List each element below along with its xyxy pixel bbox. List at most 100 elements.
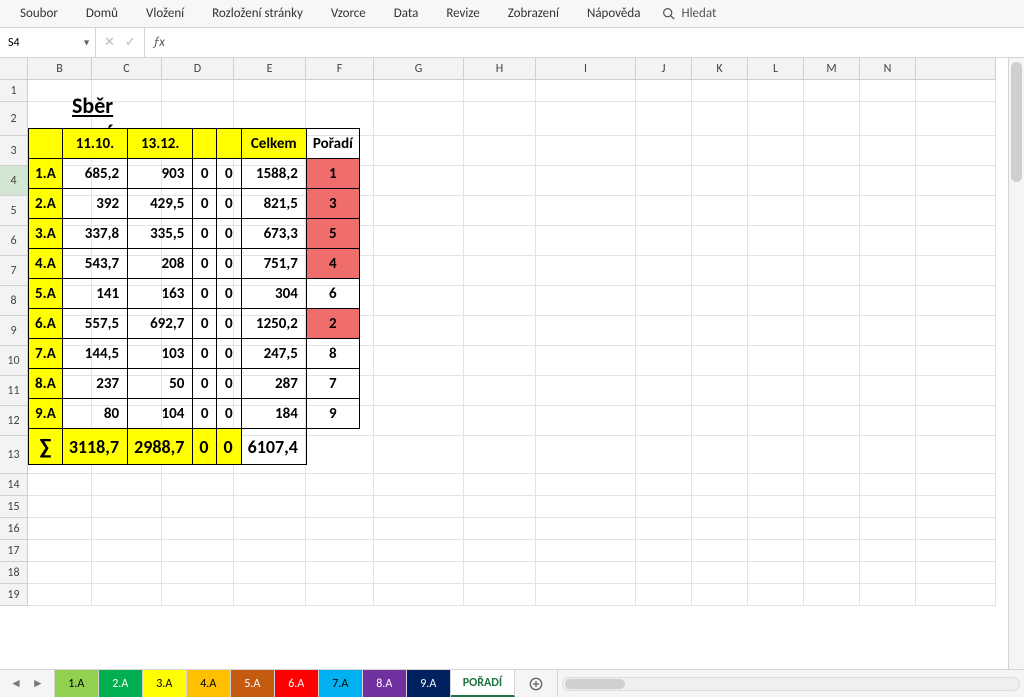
cell[interactable] <box>916 562 996 584</box>
cell[interactable] <box>374 286 464 316</box>
cell[interactable] <box>374 256 464 286</box>
cell[interactable] <box>464 316 536 346</box>
cell[interactable] <box>234 540 306 562</box>
cell[interactable] <box>28 584 92 606</box>
cell[interactable] <box>536 496 636 518</box>
cell[interactable] <box>860 346 916 376</box>
cell[interactable] <box>464 102 536 136</box>
cell[interactable] <box>916 166 996 196</box>
horizontal-scrollbar[interactable] <box>562 677 1020 691</box>
cell[interactable] <box>374 80 464 102</box>
cell[interactable] <box>536 474 636 496</box>
cell[interactable] <box>804 436 860 474</box>
cell[interactable] <box>374 540 464 562</box>
cell[interactable] <box>536 80 636 102</box>
cell[interactable] <box>92 584 162 606</box>
cell[interactable] <box>748 196 804 226</box>
cell[interactable] <box>860 562 916 584</box>
cell[interactable] <box>804 540 860 562</box>
cell[interactable] <box>234 496 306 518</box>
cell[interactable] <box>536 406 636 436</box>
cell[interactable] <box>306 584 374 606</box>
cell[interactable] <box>804 346 860 376</box>
cell[interactable] <box>804 102 860 136</box>
cell[interactable] <box>162 562 234 584</box>
vscroll-thumb[interactable] <box>1011 62 1022 182</box>
cell[interactable] <box>636 226 692 256</box>
cell[interactable] <box>860 436 916 474</box>
cell[interactable] <box>692 346 748 376</box>
cell[interactable] <box>692 196 748 226</box>
cell[interactable] <box>692 518 748 540</box>
cell[interactable] <box>860 80 916 102</box>
sheet-nav-next-icon[interactable]: ► <box>32 676 44 691</box>
ribbon-tab-data[interactable]: Data <box>380 0 433 27</box>
cell[interactable] <box>464 540 536 562</box>
cell[interactable] <box>536 376 636 406</box>
cell[interactable] <box>162 474 234 496</box>
cell[interactable] <box>916 80 996 102</box>
cell[interactable] <box>636 286 692 316</box>
sheet-tab-1-A[interactable]: 1.A <box>55 670 99 697</box>
cell[interactable] <box>748 256 804 286</box>
cell[interactable] <box>692 474 748 496</box>
column-header-I[interactable]: I <box>536 58 636 80</box>
cell[interactable] <box>692 166 748 196</box>
cell[interactable] <box>748 166 804 196</box>
cell[interactable] <box>162 518 234 540</box>
cell[interactable] <box>860 166 916 196</box>
row-header-11[interactable]: 11 <box>0 376 28 406</box>
cell[interactable] <box>92 518 162 540</box>
cell[interactable] <box>636 436 692 474</box>
cell[interactable] <box>306 518 374 540</box>
cell[interactable] <box>916 540 996 562</box>
cancel-formula-icon[interactable]: ✕ <box>104 35 115 50</box>
cell[interactable] <box>306 540 374 562</box>
cell[interactable] <box>916 436 996 474</box>
ribbon-tab-help[interactable]: Nápověda <box>573 0 655 27</box>
cell[interactable] <box>916 196 996 226</box>
row-header-2[interactable]: 2 <box>0 102 28 136</box>
cell[interactable] <box>804 562 860 584</box>
cell[interactable] <box>536 584 636 606</box>
cell[interactable] <box>536 540 636 562</box>
cell[interactable] <box>536 562 636 584</box>
cell[interactable] <box>464 518 536 540</box>
cell[interactable] <box>464 376 536 406</box>
cell[interactable] <box>464 346 536 376</box>
column-header-F[interactable]: F <box>306 58 374 80</box>
ribbon-tab-home[interactable]: Domů <box>72 0 132 27</box>
cell[interactable] <box>306 474 374 496</box>
cell[interactable] <box>748 406 804 436</box>
row-header-15[interactable]: 15 <box>0 496 28 518</box>
cell[interactable] <box>464 136 536 166</box>
sheet-tab-9-A[interactable]: 9.A <box>407 670 451 697</box>
cell[interactable] <box>636 474 692 496</box>
cell[interactable] <box>374 562 464 584</box>
cell[interactable] <box>636 196 692 226</box>
cell[interactable] <box>916 286 996 316</box>
cell[interactable] <box>234 562 306 584</box>
cell[interactable] <box>748 584 804 606</box>
cell[interactable] <box>464 474 536 496</box>
row-header-6[interactable]: 6 <box>0 226 28 256</box>
cell[interactable] <box>692 316 748 346</box>
sheet-tab-2-A[interactable]: 2.A <box>99 670 143 697</box>
cell[interactable] <box>162 540 234 562</box>
cell[interactable] <box>860 540 916 562</box>
cell[interactable] <box>464 584 536 606</box>
cell[interactable] <box>636 518 692 540</box>
cell[interactable] <box>464 406 536 436</box>
cell[interactable] <box>464 196 536 226</box>
cell[interactable] <box>860 226 916 256</box>
row-header-9[interactable]: 9 <box>0 316 28 346</box>
cell[interactable] <box>916 518 996 540</box>
cell[interactable] <box>374 196 464 226</box>
cell[interactable] <box>916 102 996 136</box>
cell[interactable] <box>748 496 804 518</box>
cell[interactable] <box>536 166 636 196</box>
cell[interactable] <box>748 346 804 376</box>
cell[interactable] <box>860 256 916 286</box>
sheet-tab-5-A[interactable]: 5.A <box>231 670 275 697</box>
cell[interactable] <box>692 136 748 166</box>
